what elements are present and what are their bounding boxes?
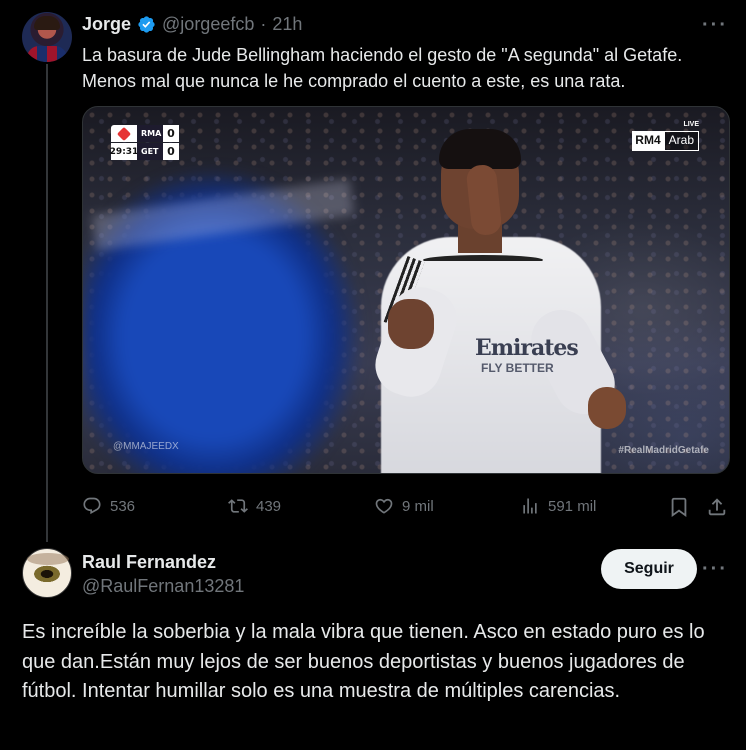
jersey-sponsor: Emirates [475, 335, 579, 361]
more-options-icon[interactable]: ··· [702, 558, 728, 581]
tweet-actions: 536 439 9 mil 591 mil [82, 496, 732, 520]
author-name[interactable]: Jorge [82, 14, 131, 35]
watermark-left: @MMAJEEDX [113, 441, 179, 452]
verified-badge-icon [138, 16, 155, 33]
separator: · [260, 14, 267, 34]
share-icon [708, 498, 726, 516]
home-score: 0 [163, 125, 179, 142]
match-clock: 29:31 [110, 143, 138, 160]
views-count: 591 mil [548, 497, 597, 515]
bookmark-icon [671, 497, 687, 518]
thread-line [46, 64, 48, 542]
repost-icon [228, 499, 248, 513]
tweet-media-video[interactable]: Emirates FLY BETTER RMA 0 29:31 GET 0 LI… [82, 106, 730, 474]
reply-icon [83, 497, 101, 515]
like-count: 9 mil [402, 497, 434, 515]
reply-count: 536 [110, 497, 136, 515]
repost-count: 439 [256, 497, 282, 515]
reply-tweet[interactable]: Raul Fernandez @RaulFernan13281 Seguir ·… [0, 540, 746, 750]
channel-logo: RM4 Arab [632, 131, 699, 151]
tweet-text: La basura de Jude Bellingham haciendo el… [82, 45, 683, 91]
handle[interactable]: @RaulFernan13281 [82, 576, 244, 597]
jersey-sponsor-sub: FLY BETTER [481, 361, 554, 375]
blurred-player [83, 127, 413, 473]
like-button[interactable]: 9 mil [374, 496, 434, 516]
tweet-text: Es increíble la soberbia y la mala vibra… [22, 621, 705, 702]
watermark-hashtag: #RealMadridGetafe [618, 445, 709, 456]
timestamp[interactable]: 21h [272, 14, 302, 35]
handle[interactable]: @jorgeefcb [162, 14, 254, 35]
more-options-icon[interactable]: ··· [702, 14, 728, 37]
away-team: GET [137, 143, 163, 160]
laliga-logo-icon [111, 125, 137, 142]
live-label: LIVE [683, 121, 699, 128]
home-team: RMA [137, 125, 163, 142]
avatar[interactable] [22, 12, 72, 62]
avatar[interactable] [22, 548, 72, 598]
author-name[interactable]: Raul Fernandez [82, 552, 216, 573]
tweet-header: Jorge @jorgeefcb · 21h [82, 14, 302, 35]
parent-tweet[interactable]: Jorge @jorgeefcb · 21h ··· La basura de … [0, 0, 746, 542]
reply-button[interactable]: 536 [82, 496, 135, 516]
repost-button[interactable]: 439 [228, 496, 281, 516]
follow-button[interactable]: Seguir [601, 549, 697, 589]
views-button[interactable]: 591 mil [520, 496, 596, 516]
timeline: Jorge @jorgeefcb · 21h ··· La basura de … [0, 0, 746, 750]
heart-icon [375, 498, 393, 514]
share-button[interactable] [706, 496, 728, 523]
views-chart-icon [523, 498, 537, 514]
scorebug: RMA 0 29:31 GET 0 [110, 125, 179, 160]
bookmark-button[interactable] [668, 496, 690, 523]
away-score: 0 [163, 143, 179, 160]
